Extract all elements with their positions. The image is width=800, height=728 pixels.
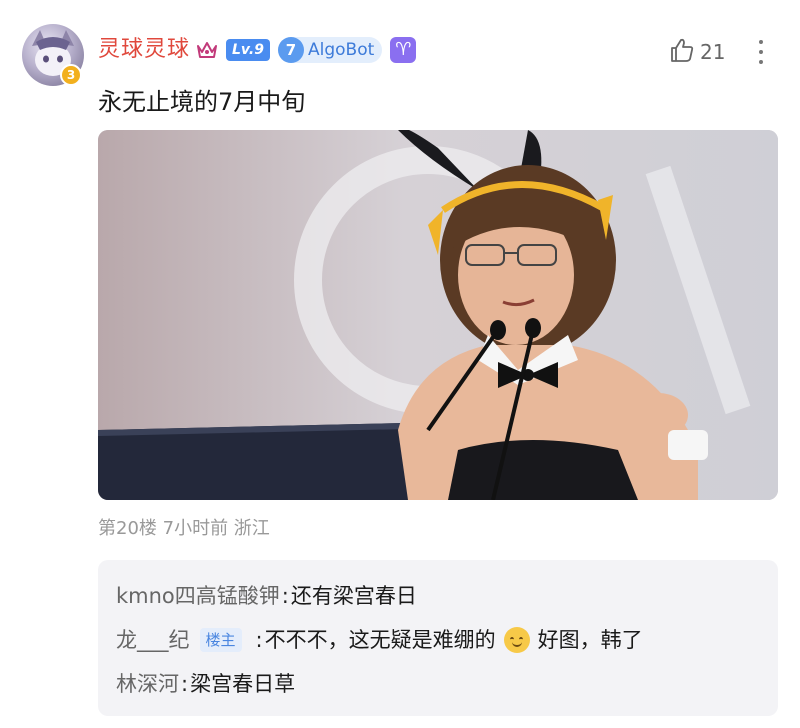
reply-text: 梁宫春日草: [190, 672, 296, 696]
thumbs-up-icon: [668, 36, 696, 68]
reply-separator: :: [281, 584, 289, 608]
post-text: 永无止境的7月中旬: [98, 88, 306, 116]
reply-list: kmno四高锰酸钾 : 还有梁宫春日 龙___纪 楼主 : 不不不，这无疑是难绷…: [98, 560, 778, 716]
user-info-row: 灵球灵球 Lv.9 7 AlgoBot ♈: [98, 36, 417, 64]
op-badge: 楼主: [199, 628, 242, 652]
like-count: 21: [700, 40, 726, 64]
crown-icon: [194, 37, 220, 63]
bot-badge-label: AlgoBot: [307, 40, 375, 60]
bot-badge-number: 7: [277, 37, 304, 63]
reply-author[interactable]: 林深河: [116, 662, 179, 706]
reply-item[interactable]: 龙___纪 楼主 : 不不不，这无疑是难绷的 好图，韩了: [116, 618, 760, 662]
post-meta: 第20楼 7小时前 浙江: [98, 518, 270, 539]
reply-text-continued: 好图，韩了: [537, 628, 643, 652]
post-photo[interactable]: [98, 130, 778, 500]
more-vertical-icon[interactable]: [756, 40, 766, 66]
reply-author[interactable]: kmno四高锰酸钾: [116, 574, 280, 618]
reply-item[interactable]: 林深河 : 梁宫春日草: [116, 662, 760, 706]
smiling-face-emoji-icon: [503, 627, 530, 653]
algobot-badge[interactable]: 7 AlgoBot: [277, 37, 383, 63]
username[interactable]: 灵球灵球: [98, 36, 190, 64]
like-button[interactable]: 21: [668, 38, 725, 66]
reply-item[interactable]: kmno四高锰酸钾 : 还有梁宫春日: [116, 574, 760, 618]
avatar-level-badge: 3: [60, 64, 82, 86]
reply-separator: :: [181, 672, 189, 696]
reply-text: 不不不，这无疑是难绷的: [264, 628, 496, 652]
reply-author[interactable]: 龙___纪: [116, 618, 190, 662]
aries-zodiac-icon: ♈: [390, 37, 417, 63]
reply-separator: :: [255, 628, 263, 652]
reply-text: 还有梁宫春日: [290, 584, 417, 608]
level-badge: Lv.9: [226, 39, 270, 61]
